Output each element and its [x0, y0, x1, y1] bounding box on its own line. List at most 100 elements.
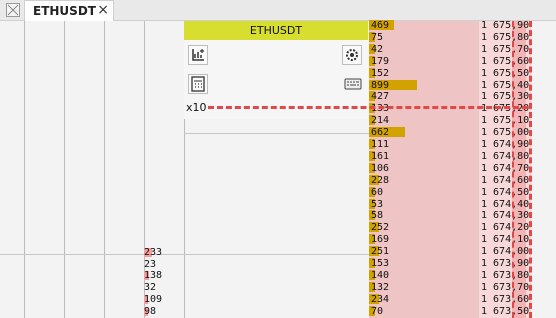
- price-cell[interactable]: 1 675,70: [481, 44, 529, 55]
- ladder-volume-cell[interactable]: 111: [369, 139, 389, 150]
- ladder-volume-cell[interactable]: 152: [369, 67, 390, 79]
- left-volume-text: 138: [144, 270, 163, 281]
- ladder-volume-cell[interactable]: 161: [369, 150, 390, 162]
- instrument-panel: ETHUSDT: [184, 21, 368, 119]
- volume-text: 53: [371, 198, 384, 210]
- tab-label: ETHUSDT: [33, 4, 96, 18]
- calculator-button[interactable]: [188, 74, 208, 94]
- window-close-icon[interactable]: [6, 3, 20, 17]
- tab-ethusdt[interactable]: ETHUSDT ×: [24, 0, 114, 21]
- volume-text: 469: [371, 20, 390, 31]
- left-volume-cell: 23: [144, 259, 156, 270]
- ladder-volume-cell[interactable]: 169: [369, 234, 389, 245]
- tab-close-button[interactable]: ×: [97, 2, 109, 18]
- volume-text: 132: [371, 281, 390, 293]
- price-cell[interactable]: 1 674,50: [481, 187, 529, 198]
- price-cell[interactable]: 1 675,90: [481, 20, 529, 31]
- price-cell[interactable]: 1 673,50: [481, 306, 529, 317]
- price-cell[interactable]: 1 675,60: [481, 56, 529, 67]
- ladder-volume-cell[interactable]: 75: [369, 31, 384, 43]
- price-cell[interactable]: 1 675,10: [481, 115, 529, 126]
- left-volume-cell: 98: [144, 306, 156, 317]
- column-divider: [104, 21, 105, 318]
- volume-text: 234: [371, 293, 390, 305]
- volume-text: 427: [371, 91, 390, 103]
- volume-text: 75: [371, 31, 384, 43]
- left-volume-text: 109: [144, 294, 163, 305]
- price-cell[interactable]: 1 674,20: [481, 222, 529, 233]
- ladder-volume-cell[interactable]: 228: [369, 174, 390, 186]
- left-volume-text: 32: [144, 282, 157, 293]
- left-volume-text: 23: [144, 259, 157, 270]
- dashed-marker-horizontal: [208, 106, 528, 109]
- price-cell[interactable]: 1 675,00: [481, 127, 529, 138]
- ladder-volume-cell[interactable]: 140: [369, 269, 389, 281]
- settings-gear-icon: [346, 49, 358, 61]
- ladder-volume-cell[interactable]: 106: [369, 162, 390, 174]
- ladder-volume-cell[interactable]: 42: [369, 43, 384, 55]
- volume-text: 179: [371, 55, 390, 67]
- ladder-volume-cell[interactable]: 179: [369, 55, 390, 67]
- volume-text: 662: [371, 127, 390, 139]
- ladder-volume-cell[interactable]: 60: [369, 186, 384, 198]
- price-cell[interactable]: 1 674,30: [481, 210, 529, 221]
- ladder-volume-cell[interactable]: 132: [369, 281, 390, 293]
- tab-bar: ETHUSDT ×: [0, 0, 556, 21]
- left-volume-cell: 109: [144, 294, 162, 305]
- left-volume-text: 98: [144, 306, 157, 317]
- ladder-volume-cell[interactable]: 252: [369, 222, 389, 233]
- ladder-volume-cell[interactable]: 469: [369, 20, 394, 31]
- volume-text: 252: [371, 222, 390, 234]
- ladder-volume-cell[interactable]: 214: [369, 115, 389, 126]
- price-cell[interactable]: 1 673,90: [481, 258, 529, 269]
- calculator-icon: [191, 76, 205, 92]
- price-cell[interactable]: 1 674,40: [481, 199, 529, 210]
- left-volume-cell: 233: [144, 247, 162, 258]
- price-cell[interactable]: 1 675,40: [481, 80, 529, 91]
- column-divider: [64, 21, 65, 318]
- ladder-volume-cell[interactable]: 427: [369, 91, 389, 102]
- volume-text: 169: [371, 234, 390, 246]
- volume-text: 58: [371, 210, 384, 222]
- ladder-volume-cell[interactable]: 662: [369, 127, 405, 139]
- volume-text: 161: [371, 150, 390, 162]
- settings-button[interactable]: [342, 45, 362, 65]
- price-cell[interactable]: 1 675,30: [481, 91, 529, 102]
- dashed-marker-vertical: [512, 21, 514, 318]
- instrument-title: ETHUSDT: [184, 21, 368, 40]
- price-cell[interactable]: 1 674,70: [481, 163, 529, 174]
- ladder-volume-cell[interactable]: 53: [369, 198, 384, 210]
- price-cell[interactable]: 1 674,00: [481, 246, 529, 257]
- price-cell[interactable]: 1 674,90: [481, 139, 529, 150]
- ladder-volume-cell[interactable]: 70: [369, 305, 383, 317]
- volume-text: 42: [371, 43, 384, 55]
- volume-text: 153: [371, 258, 390, 269]
- volume-text: 106: [371, 162, 390, 174]
- left-volume-text: 233: [144, 247, 163, 258]
- price-cell[interactable]: 1 674,60: [481, 175, 529, 186]
- volume-text: 152: [371, 67, 390, 79]
- volume-text: 899: [371, 79, 390, 91]
- keyboard-icon: [344, 78, 362, 90]
- price-cell[interactable]: 1 674,80: [481, 151, 529, 162]
- ladder-volume-cell[interactable]: 153: [369, 258, 389, 269]
- price-cell[interactable]: 1 673,60: [481, 294, 529, 305]
- chart-add-icon: [192, 49, 204, 61]
- price-cell[interactable]: 1 673,80: [481, 270, 529, 281]
- price-cell[interactable]: 1 674,10: [481, 234, 529, 245]
- ladder-volume-cell[interactable]: 234: [369, 293, 390, 305]
- column-divider: [24, 21, 25, 318]
- price-cell[interactable]: 1 675,80: [481, 32, 529, 43]
- right-gutter: [531, 21, 556, 318]
- volume-text: 251: [371, 246, 390, 258]
- ladder-volume-cell[interactable]: 58: [369, 210, 383, 221]
- ladder-volume-cell[interactable]: 899: [369, 79, 417, 91]
- volume-text: 228: [371, 174, 390, 186]
- price-cell[interactable]: 1 673,70: [481, 282, 529, 293]
- volume-text: 60: [371, 186, 384, 198]
- ladder-volume-cell[interactable]: 251: [369, 246, 389, 257]
- price-cell[interactable]: 1 675,50: [481, 68, 529, 79]
- keyboard-button[interactable]: [344, 76, 362, 95]
- add-chart-button[interactable]: [188, 45, 208, 65]
- volume-text: 111: [371, 139, 390, 150]
